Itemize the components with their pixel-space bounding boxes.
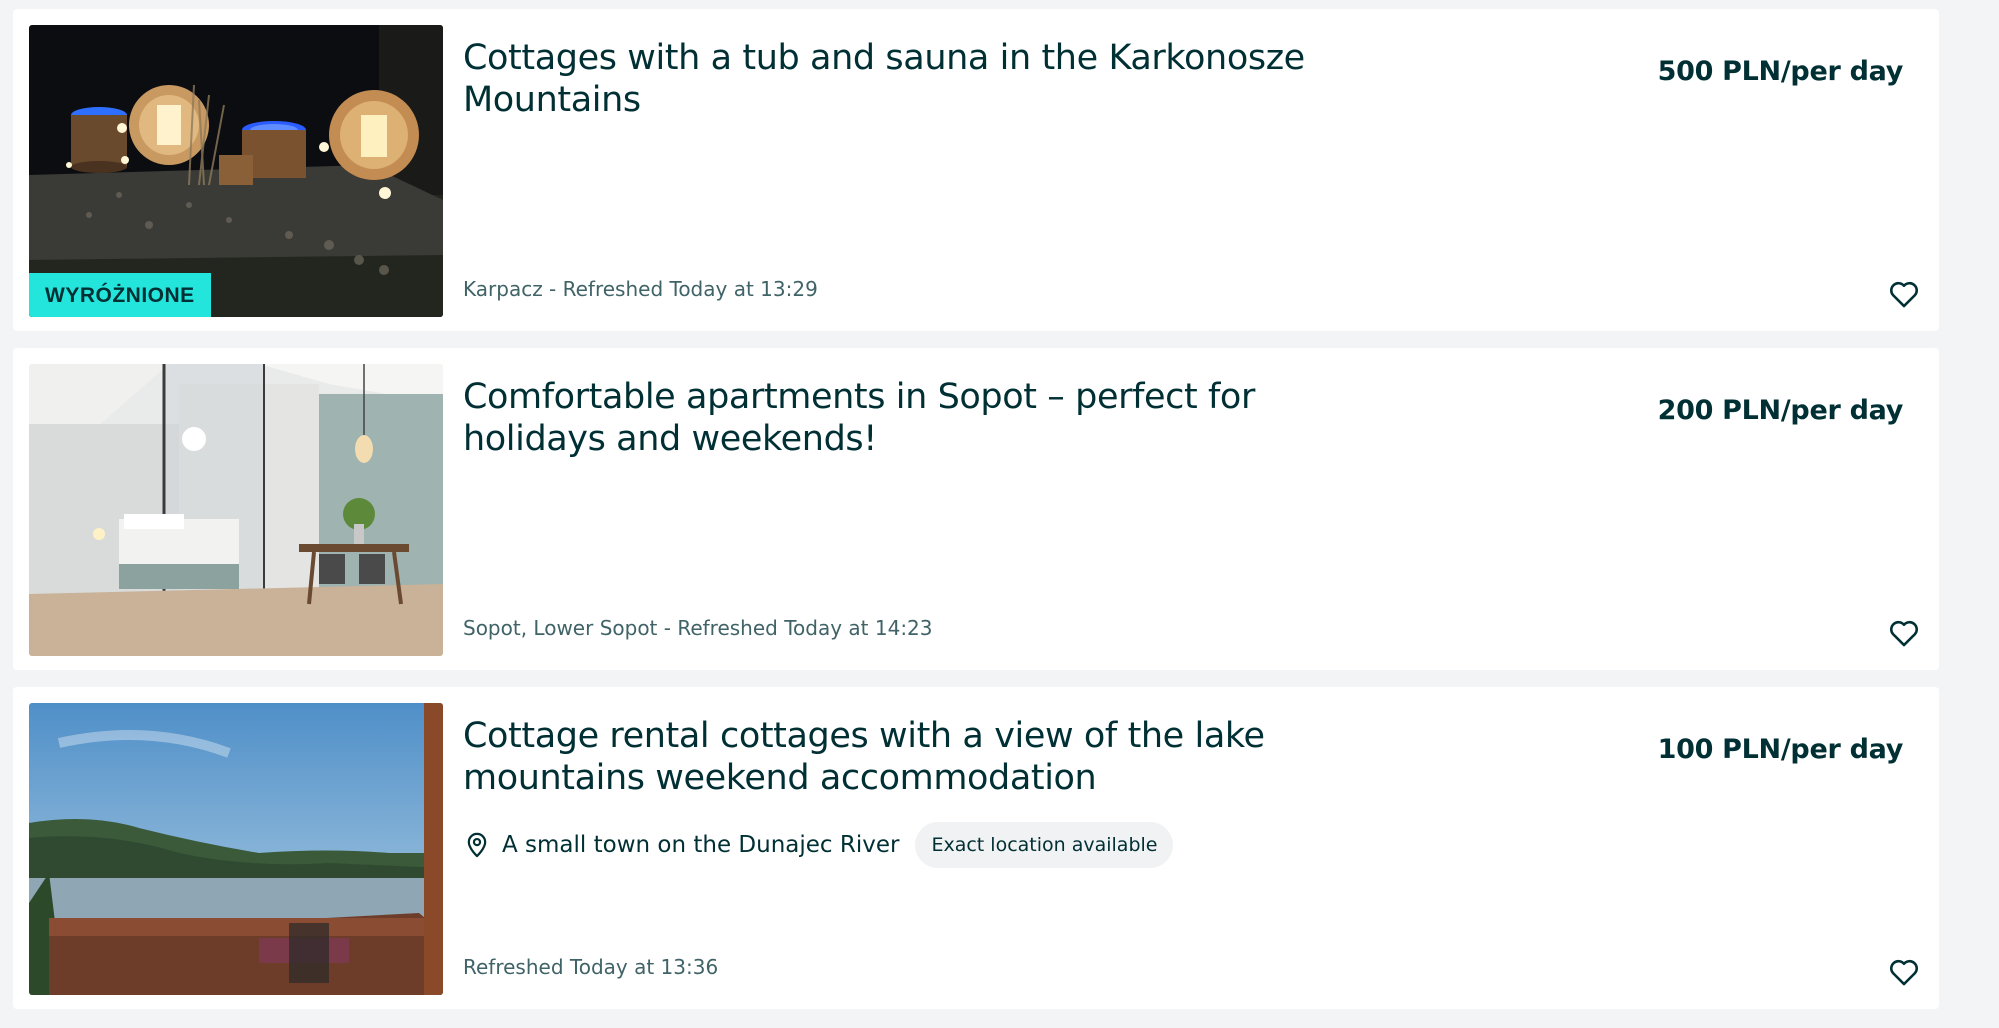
favorite-button[interactable] [1887,277,1921,311]
listing-photo[interactable]: WYRÓŻNIONE [29,25,443,317]
featured-badge: WYRÓŻNIONE [29,273,211,317]
location-text: A small town on the Dunajec River [502,832,900,858]
lake-view-photo [29,703,443,995]
listing-card[interactable]: Comfortable apartments in Sopot – perfec… [13,348,1939,670]
listing-title[interactable]: Cottage rental cottages with a view of t… [463,715,1323,799]
listing-card[interactable]: WYRÓŻNIONE Cottages with a tub and sauna… [13,9,1939,331]
favorite-button[interactable] [1887,955,1921,989]
exact-location-chip: Exact location available [915,822,1174,868]
location-pin-icon [467,832,487,858]
listing-location-date: Karpacz - Refreshed Today at 13:29 [463,277,818,301]
listing-refresh-date: Refreshed Today at 13:36 [463,955,719,979]
listing-price: 100 PLN/per day [1657,734,1904,765]
location-row: A small town on the Dunajec River Exact … [463,822,1174,868]
listing-title[interactable]: Comfortable apartments in Sopot – perfec… [463,376,1323,460]
listing-price: 200 PLN/per day [1657,395,1904,426]
heart-outline-icon [1890,959,1918,986]
listing-price: 500 PLN/per day [1657,56,1904,87]
listing-title[interactable]: Cottages with a tub and sauna in the Kar… [463,37,1323,121]
listing-results: WYRÓŻNIONE Cottages with a tub and sauna… [0,0,1999,1028]
favorite-button[interactable] [1887,616,1921,650]
heart-outline-icon [1890,620,1918,647]
heart-outline-icon [1890,281,1918,308]
listing-photo[interactable] [29,703,443,995]
apartment-interior-photo [29,364,443,656]
listing-card[interactable]: Cottage rental cottages with a view of t… [13,687,1939,1009]
listing-location-date: Sopot, Lower Sopot - Refreshed Today at … [463,616,933,640]
listing-photo[interactable] [29,364,443,656]
